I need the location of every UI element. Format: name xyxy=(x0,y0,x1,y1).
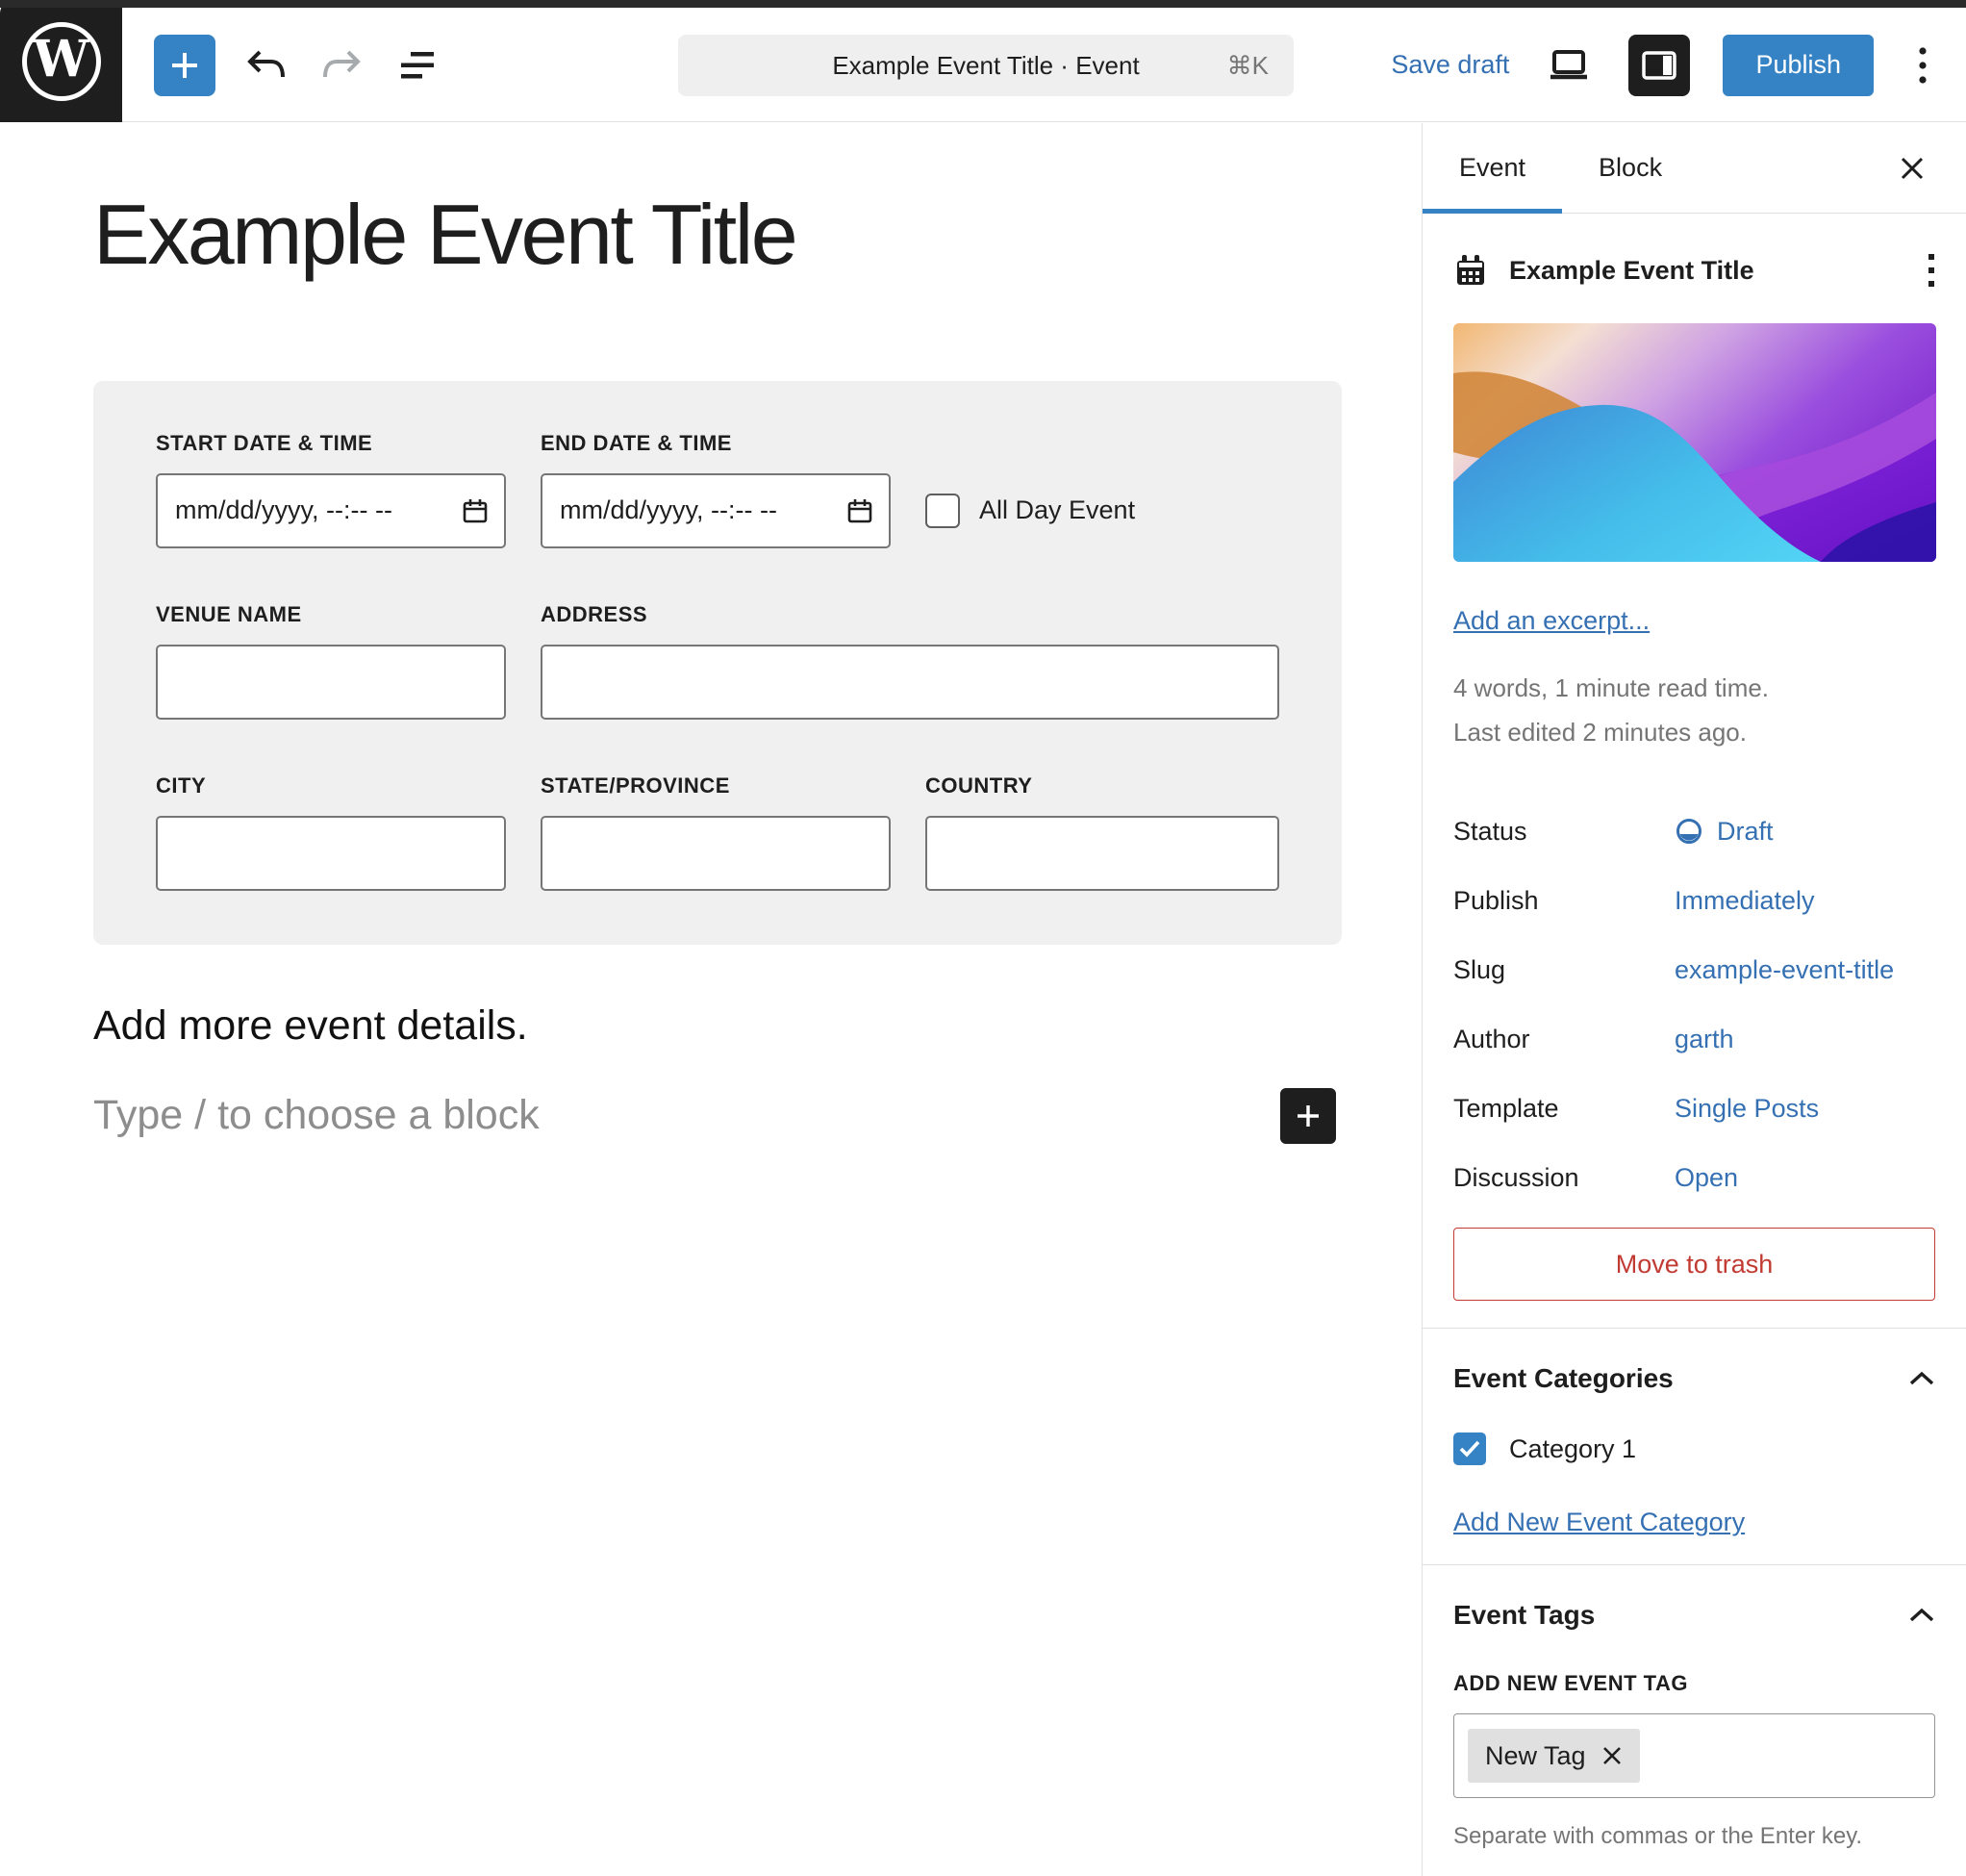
summary-row-template: Template Single Posts xyxy=(1453,1074,1935,1143)
event-tags-header[interactable]: Event Tags xyxy=(1453,1600,1935,1631)
wordpress-logo-button[interactable]: W xyxy=(0,0,122,122)
featured-image[interactable] xyxy=(1453,323,1936,562)
city-label: CITY xyxy=(156,773,506,799)
address-input[interactable] xyxy=(541,645,1279,720)
tag-token: New Tag xyxy=(1468,1729,1640,1783)
settings-sidebar-toggle[interactable] xyxy=(1628,35,1690,96)
laptop-icon xyxy=(1548,49,1590,82)
all-day-label: All Day Event xyxy=(979,495,1135,525)
status-value[interactable]: Draft xyxy=(1675,817,1935,847)
summary-row-publish: Publish Immediately xyxy=(1453,866,1935,935)
redo-button[interactable] xyxy=(315,38,369,92)
address-label: ADDRESS xyxy=(541,602,1279,627)
city-input[interactable] xyxy=(156,816,506,891)
tag-help-text: Separate with commas or the Enter key. xyxy=(1453,1823,1935,1850)
plus-icon xyxy=(1294,1102,1323,1130)
command-palette[interactable]: Example Event Title · Event ⌘K xyxy=(678,35,1294,96)
venue-input[interactable] xyxy=(156,645,506,720)
post-title[interactable]: Example Event Title xyxy=(93,185,1344,285)
block-placeholder-text[interactable]: Type / to choose a block xyxy=(93,1092,1280,1139)
discussion-value[interactable]: Open xyxy=(1675,1163,1935,1193)
window-chrome-strip xyxy=(0,0,1966,8)
all-day-checkbox[interactable] xyxy=(925,494,960,528)
sidebar-tabs: Event Block xyxy=(1423,123,1966,214)
publish-value[interactable]: Immediately xyxy=(1675,886,1935,916)
sidebar-post-title: Example Event Title xyxy=(1509,256,1906,286)
start-date-label: START DATE & TIME xyxy=(156,431,506,456)
paragraph-block[interactable]: Add more event details. xyxy=(93,1002,1344,1050)
summary-row-discussion: Discussion Open xyxy=(1453,1143,1935,1212)
word-count-text: 4 words, 1 minute read time. xyxy=(1453,667,1935,711)
state-label: STATE/PROVINCE xyxy=(541,773,891,799)
event-calendar-icon xyxy=(1453,253,1488,288)
close-sidebar-button[interactable] xyxy=(1883,123,1941,213)
chevron-up-icon xyxy=(1908,1370,1935,1387)
close-icon xyxy=(1900,156,1925,181)
last-edited-text: Last edited 2 minutes ago. xyxy=(1453,711,1935,755)
draft-status-icon xyxy=(1675,817,1703,846)
event-categories-header[interactable]: Event Categories xyxy=(1453,1363,1935,1394)
tab-event[interactable]: Event xyxy=(1423,123,1562,213)
list-view-icon xyxy=(399,50,440,81)
event-details-panel: START DATE & TIME END DATE & TIME mm/dd/… xyxy=(93,381,1342,945)
country-input[interactable] xyxy=(925,816,1279,891)
end-date-label: END DATE & TIME xyxy=(541,431,891,456)
block-inserter-button[interactable] xyxy=(154,35,215,96)
end-date-input[interactable]: mm/dd/yyyy, --:-- -- xyxy=(541,473,891,548)
category-label: Category 1 xyxy=(1509,1434,1636,1464)
category-checkbox[interactable] xyxy=(1453,1432,1486,1465)
tab-block[interactable]: Block xyxy=(1562,123,1699,213)
settings-sidebar: Event Block Example Event Title xyxy=(1422,123,1966,1876)
kebab-icon xyxy=(1919,46,1927,85)
section-divider xyxy=(1423,1328,1966,1329)
section-divider xyxy=(1423,1564,1966,1565)
chevron-up-icon xyxy=(1908,1607,1935,1624)
close-icon xyxy=(1601,1745,1623,1766)
add-block-button[interactable] xyxy=(1280,1088,1336,1144)
document-overview-button[interactable] xyxy=(392,38,446,92)
undo-icon xyxy=(244,48,287,83)
sidebar-panel-icon xyxy=(1642,51,1676,80)
move-to-trash-button[interactable]: Move to trash xyxy=(1453,1228,1935,1301)
add-new-category-link[interactable]: Add New Event Category xyxy=(1453,1508,1745,1537)
venue-label: VENUE NAME xyxy=(156,602,506,627)
tag-input[interactable]: New Tag xyxy=(1453,1713,1935,1798)
document-title: Example Event Title · Event xyxy=(832,51,1139,81)
undo-button[interactable] xyxy=(239,38,292,92)
wordpress-logo-icon: W xyxy=(22,22,101,101)
plus-icon xyxy=(168,49,201,82)
editor-toolbar: W Example Even xyxy=(0,8,1966,122)
preview-button[interactable] xyxy=(1542,38,1596,92)
start-date-input[interactable]: mm/dd/yyyy, --:-- -- xyxy=(156,473,506,548)
summary-row-slug: Slug example-event-title xyxy=(1453,935,1935,1004)
remove-tag-button[interactable] xyxy=(1601,1745,1623,1766)
add-new-tag-label: ADD NEW EVENT TAG xyxy=(1453,1671,1935,1696)
template-value[interactable]: Single Posts xyxy=(1675,1094,1935,1124)
publish-button[interactable]: Publish xyxy=(1723,35,1874,96)
post-summary-rows: Status Draft Publish Immediately Slug ex… xyxy=(1453,797,1935,1212)
calendar-icon xyxy=(846,497,873,524)
summary-row-author: Author garth xyxy=(1453,1004,1935,1074)
calendar-icon xyxy=(462,497,489,524)
summary-row-status: Status Draft xyxy=(1453,797,1935,866)
redo-icon xyxy=(321,48,364,83)
command-shortcut: ⌘K xyxy=(1227,51,1269,81)
editor-canvas: Example Event Title START DATE & TIME EN… xyxy=(0,123,1422,1876)
state-input[interactable] xyxy=(541,816,891,891)
country-label: COUNTRY xyxy=(925,773,1279,799)
post-options-kebab-icon[interactable] xyxy=(1928,252,1935,289)
save-draft-button[interactable]: Save draft xyxy=(1391,50,1509,80)
category-item: Category 1 xyxy=(1453,1432,1935,1465)
add-excerpt-link[interactable]: Add an excerpt... xyxy=(1453,606,1650,636)
check-icon xyxy=(1458,1439,1481,1458)
slug-value[interactable]: example-event-title xyxy=(1675,955,1935,985)
block-appender: Type / to choose a block xyxy=(93,1088,1344,1144)
author-value[interactable]: garth xyxy=(1675,1025,1935,1054)
options-menu-button[interactable] xyxy=(1906,38,1939,92)
